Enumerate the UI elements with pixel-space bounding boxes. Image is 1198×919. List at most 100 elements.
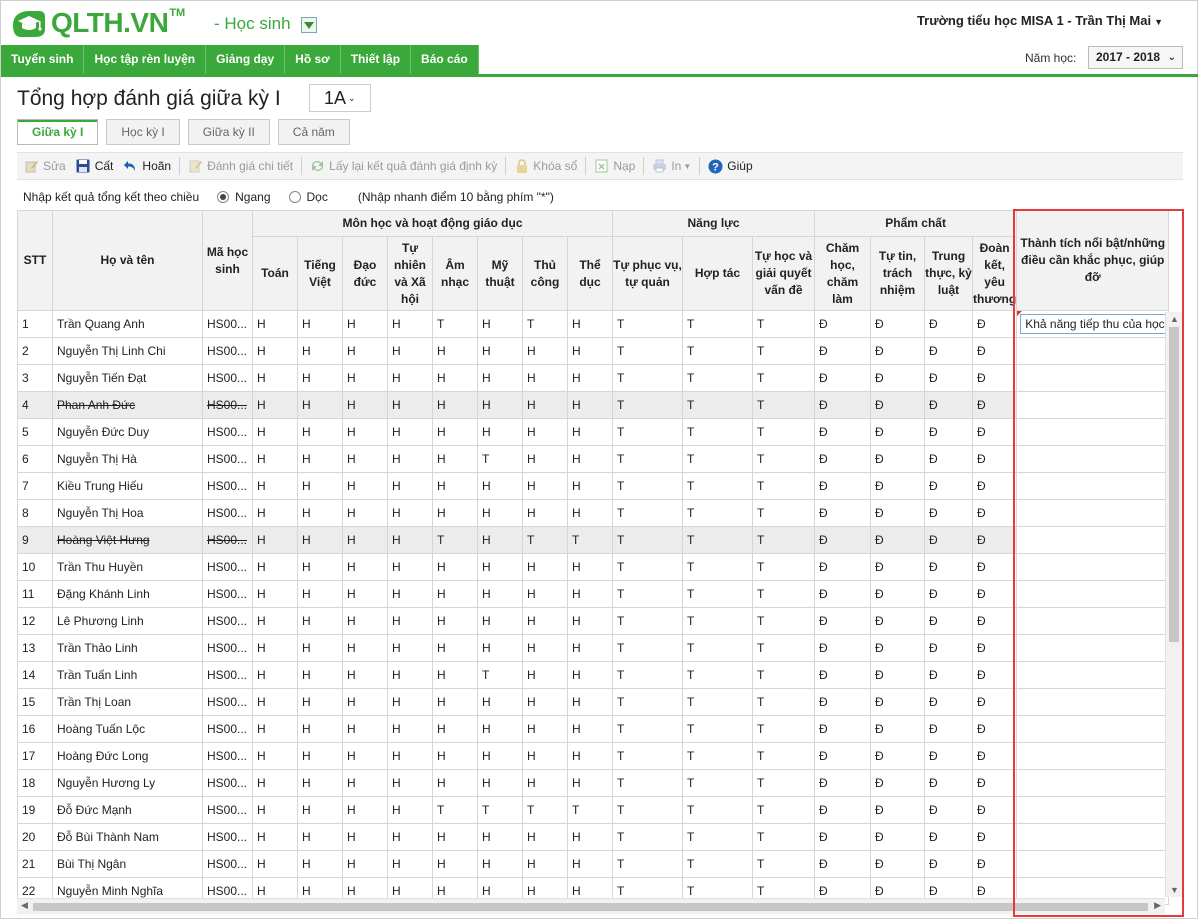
cell-student-name[interactable]: Trần Tuấn Linh xyxy=(52,661,203,689)
cell-subject-grade[interactable]: H xyxy=(297,310,343,338)
cell-subject-grade[interactable]: T xyxy=(522,310,568,338)
cell-subject-grade[interactable]: H xyxy=(567,418,613,446)
cell-ability-grade[interactable]: T xyxy=(612,580,683,608)
cell-quality-grade[interactable]: Đ xyxy=(971,337,1018,365)
cell-subject-grade[interactable]: H xyxy=(252,364,298,392)
cell-quality-grade[interactable]: Đ xyxy=(924,607,973,635)
cell-subject-grade[interactable]: H xyxy=(342,580,388,608)
cell-ability-grade[interactable]: T xyxy=(682,364,753,392)
reload-results-button[interactable]: Lấy lại kết quả đánh giá định kỳ xyxy=(305,155,502,177)
cell-quality-grade[interactable]: Đ xyxy=(814,337,871,365)
cell-quality-grade[interactable]: Đ xyxy=(924,688,973,716)
cell-subject-grade[interactable]: H xyxy=(477,553,523,581)
cell-student-name[interactable]: Phan Anh Đức xyxy=(52,391,203,419)
cell-subject-grade[interactable]: H xyxy=(252,796,298,824)
cell-ability-grade[interactable]: T xyxy=(682,661,753,689)
cell-ability-grade[interactable]: T xyxy=(612,391,683,419)
cell-subject-grade[interactable]: H xyxy=(387,418,433,446)
cell-subject-grade[interactable]: H xyxy=(432,850,478,878)
cell-quality-grade[interactable]: Đ xyxy=(971,607,1018,635)
cell-achievement-note[interactable] xyxy=(1016,445,1170,473)
cell-subject-grade[interactable]: H xyxy=(567,769,613,797)
cell-student-name[interactable]: Bùi Thị Ngân xyxy=(52,850,203,878)
cell-subject-grade[interactable]: H xyxy=(342,688,388,716)
cell-achievement-note[interactable] xyxy=(1016,607,1170,635)
cell-achievement-note[interactable] xyxy=(1016,391,1170,419)
cell-quality-grade[interactable]: Đ xyxy=(870,337,925,365)
cell-subject-grade[interactable]: H xyxy=(342,742,388,770)
cell-ability-grade[interactable]: T xyxy=(682,769,753,797)
cell-subject-grade[interactable]: H xyxy=(297,553,343,581)
cell-ability-grade[interactable]: T xyxy=(682,418,753,446)
cell-subject-grade[interactable]: H xyxy=(432,337,478,365)
cell-quality-grade[interactable]: Đ xyxy=(924,526,973,554)
cell-stt[interactable]: 19 xyxy=(17,796,53,824)
cell-quality-grade[interactable]: Đ xyxy=(971,580,1018,608)
cell-subject-grade[interactable]: H xyxy=(432,661,478,689)
cell-subject-grade[interactable]: H xyxy=(567,472,613,500)
cell-student-code[interactable]: HS00... xyxy=(202,634,253,662)
cell-ability-grade[interactable]: T xyxy=(612,499,683,527)
cell-student-code[interactable]: HS00... xyxy=(202,445,253,473)
cell-subject-grade[interactable]: H xyxy=(252,688,298,716)
cell-subject-grade[interactable]: H xyxy=(387,310,433,338)
cell-ability-grade[interactable]: T xyxy=(752,418,815,446)
cell-subject-grade[interactable]: H xyxy=(387,661,433,689)
cell-subject-grade[interactable]: H xyxy=(477,499,523,527)
cell-subject-grade[interactable]: H xyxy=(387,769,433,797)
cell-subject-grade[interactable]: H xyxy=(252,310,298,338)
cell-quality-grade[interactable]: Đ xyxy=(870,823,925,851)
cell-quality-grade[interactable]: Đ xyxy=(870,769,925,797)
cell-student-name[interactable]: Nguyễn Thị Hoa xyxy=(52,499,203,527)
cell-quality-grade[interactable]: Đ xyxy=(971,310,1018,338)
cell-subject-grade[interactable]: H xyxy=(432,391,478,419)
cell-subject-grade[interactable]: H xyxy=(252,391,298,419)
cell-subject-grade[interactable]: H xyxy=(477,364,523,392)
cell-subject-grade[interactable]: H xyxy=(477,526,523,554)
cell-student-name[interactable]: Hoàng Đức Long xyxy=(52,742,203,770)
cell-stt[interactable]: 17 xyxy=(17,742,53,770)
cell-ability-grade[interactable]: T xyxy=(612,553,683,581)
table-row[interactable]: 20 Đỗ Bùi Thành Nam HS00... H H H H H H H H T T T Đ Đ Đ Đ xyxy=(17,823,1170,851)
cell-quality-grade[interactable]: Đ xyxy=(924,472,973,500)
cell-student-name[interactable]: Đỗ Đức Mạnh xyxy=(52,796,203,824)
cell-ability-grade[interactable]: T xyxy=(752,661,815,689)
cell-student-name[interactable]: Nguyễn Tiến Đạt xyxy=(52,364,203,392)
nav-item-hoc-tap-ren-luyen[interactable]: Học tập rèn luyện xyxy=(84,45,207,74)
cell-subject-grade[interactable]: H xyxy=(477,823,523,851)
cell-student-name[interactable]: Trần Quang Anh xyxy=(52,310,203,338)
cell-ability-grade[interactable]: T xyxy=(612,445,683,473)
cell-subject-grade[interactable]: H xyxy=(252,526,298,554)
cell-subject-grade[interactable]: H xyxy=(432,364,478,392)
cell-subject-grade[interactable]: H xyxy=(522,364,568,392)
cell-subject-grade[interactable]: H xyxy=(387,472,433,500)
cell-quality-grade[interactable]: Đ xyxy=(870,526,925,554)
cell-subject-grade[interactable]: H xyxy=(432,742,478,770)
cell-subject-grade[interactable]: H xyxy=(522,715,568,743)
cell-student-code[interactable]: HS00... xyxy=(202,769,253,797)
table-row[interactable]: 8 Nguyễn Thị Hoa HS00... H H H H H H H H T T T Đ Đ Đ Đ xyxy=(17,499,1170,527)
cell-subject-grade[interactable]: H xyxy=(252,850,298,878)
school-year-select[interactable]: 2017 - 2018 ⌄ xyxy=(1088,46,1183,69)
cell-quality-grade[interactable]: Đ xyxy=(870,742,925,770)
cell-subject-grade[interactable]: H xyxy=(477,310,523,338)
horizontal-scrollbar[interactable]: ◀ ▶ xyxy=(17,898,1165,914)
cell-quality-grade[interactable]: Đ xyxy=(971,688,1018,716)
cell-quality-grade[interactable]: Đ xyxy=(924,391,973,419)
cell-subject-grade[interactable]: H xyxy=(387,526,433,554)
cell-subject-grade[interactable]: H xyxy=(387,688,433,716)
user-menu[interactable]: Trường tiểu học MISA 1 - Trần Thị Mai ▼ xyxy=(917,13,1163,28)
nav-item-tuyen-sinh[interactable]: Tuyển sinh xyxy=(1,45,85,74)
table-row[interactable]: 6 Nguyễn Thị Hà HS00... H H H H H T H H T T T Đ Đ Đ Đ xyxy=(17,445,1170,473)
cell-subject-grade[interactable]: H xyxy=(252,337,298,365)
cell-ability-grade[interactable]: T xyxy=(682,553,753,581)
cell-ability-grade[interactable]: T xyxy=(612,850,683,878)
cell-quality-grade[interactable]: Đ xyxy=(924,580,973,608)
cell-subject-grade[interactable]: H xyxy=(477,607,523,635)
cell-achievement-note[interactable] xyxy=(1016,499,1170,527)
tab-giua-ky-2[interactable]: Giữa kỳ II xyxy=(187,119,270,145)
cell-subject-grade[interactable]: H xyxy=(297,391,343,419)
cell-stt[interactable]: 14 xyxy=(17,661,53,689)
cell-achievement-note[interactable] xyxy=(1016,715,1170,743)
cell-quality-grade[interactable]: Đ xyxy=(814,418,871,446)
